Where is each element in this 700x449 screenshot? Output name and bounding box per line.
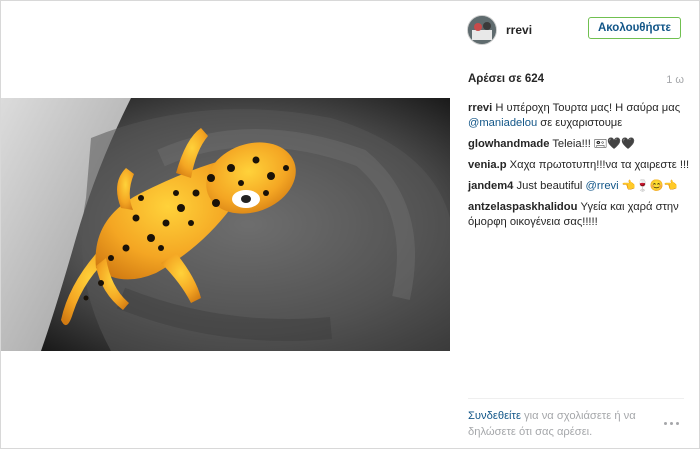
comment-text: Χαχα πρωτοτυπη!!!να τα χαιρεστε !!! — [506, 159, 690, 171]
post-container: rrevi Ακολουθήστε Αρέσει σε 624 1 ω rrev… — [0, 0, 700, 449]
comment-username[interactable]: antzelaspaskhalidou — [468, 201, 577, 213]
comment-item: rrevi Η υπέροχη Τουρτα μας! Η σαύρα μας … — [468, 101, 693, 131]
comment-username[interactable]: glowhandmade — [468, 138, 549, 150]
likes-count[interactable]: Αρέσει σε 624 — [468, 73, 544, 85]
likes-row: Αρέσει σε 624 1 ω — [468, 73, 684, 89]
comment-username[interactable]: jandem4 — [468, 180, 513, 192]
comment-item: antzelaspaskhalidou Υγεία και χαρά στην … — [468, 200, 693, 230]
login-prompt: Συνδεθείτε για να σχολιάσετε ή να δηλώσε… — [468, 408, 658, 440]
post-username[interactable]: rrevi — [506, 23, 532, 37]
comment-text-after: 👈🍷😊👈 — [618, 180, 678, 192]
gecko-photo-illustration — [1, 98, 450, 351]
more-options-icon[interactable] — [664, 419, 682, 427]
comment-text: Η υπέροχη Τουρτα μας! Η σαύρα μας — [492, 102, 681, 114]
post-header: rrevi Ακολουθήστε — [465, 13, 687, 47]
comment-item: venia.p Χαχα πρωτοτυπη!!!να τα χαιρεστε … — [468, 158, 693, 173]
comment-text-after: σε ευχαριστουμε — [537, 117, 623, 129]
comment-item: glowhandmade Teleia!!! 🖭🖤🖤 — [468, 137, 693, 152]
comment-username[interactable]: rrevi — [468, 102, 492, 114]
comment-item: jandem4 Just beautiful @rrevi 👈🍷😊👈 — [468, 179, 693, 194]
footer-divider — [468, 398, 684, 399]
dot-icon — [676, 421, 679, 425]
comments-list: rrevi Η υπέροχη Τουρτα μας! Η σαύρα μας … — [468, 101, 693, 236]
comment-mention[interactable]: @maniadelou — [468, 117, 537, 129]
post-timestamp[interactable]: 1 ω — [666, 74, 684, 86]
comment-text: Just beautiful — [513, 180, 586, 192]
comment-text: Teleia!!! 🖭🖤🖤 — [549, 138, 635, 150]
user-avatar[interactable] — [467, 15, 497, 45]
login-link[interactable]: Συνδεθείτε — [468, 410, 521, 422]
dot-icon — [664, 421, 667, 425]
follow-button[interactable]: Ακολουθήστε — [588, 17, 681, 39]
comment-mention[interactable]: @rrevi — [586, 180, 619, 192]
comment-username[interactable]: venia.p — [468, 159, 507, 171]
avatar-image-icon — [468, 16, 496, 44]
dot-icon — [670, 421, 673, 425]
post-photo[interactable] — [1, 98, 450, 351]
